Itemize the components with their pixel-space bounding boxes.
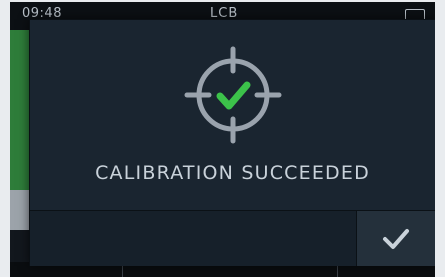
device-screen: 09:48 LCB CALIBRATION SUCCEEDED: [10, 2, 435, 277]
crosshair-check-icon: [183, 45, 283, 145]
calibration-message: CALIBRATION SUCCEEDED: [95, 162, 370, 184]
crosshair-check-icon-graphic: [184, 46, 282, 144]
dialog-footer: [30, 210, 435, 266]
calibration-dialog: CALIBRATION SUCCEEDED: [29, 19, 435, 266]
check-icon: [383, 228, 409, 249]
confirm-button[interactable]: [356, 211, 435, 266]
